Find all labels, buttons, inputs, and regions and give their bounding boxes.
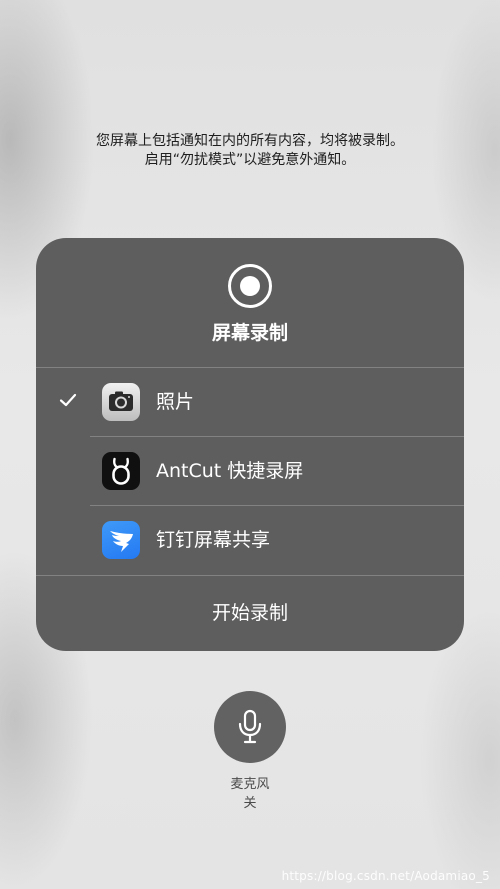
panel-title: 屏幕录制	[211, 322, 288, 344]
microphone-label-title: 麦克风	[230, 777, 270, 792]
microphone-label: 麦克风 关	[200, 775, 300, 813]
record-icon	[228, 264, 272, 308]
app-row-antcut[interactable]: AntCut 快捷录屏	[36, 437, 464, 506]
photos-camera-icon	[102, 383, 140, 421]
warning-line-2: 启用“勿扰模式”以避免意外通知。	[144, 152, 356, 168]
app-label: 钉钉屏幕共享	[156, 529, 271, 551]
warning-line-1: 您屏幕上包括通知在内的所有内容，均将被录制。	[96, 133, 404, 149]
app-row-photos[interactable]: 照片	[36, 368, 464, 437]
checkmark-icon	[59, 393, 77, 407]
recording-warning: 您屏幕上包括通知在内的所有内容，均将被录制。 启用“勿扰模式”以避免意外通知。	[0, 132, 500, 170]
app-label: AntCut 快捷录屏	[156, 460, 304, 482]
app-row-dingtalk[interactable]: 钉钉屏幕共享	[36, 506, 464, 575]
app-label: 照片	[156, 391, 195, 413]
antcut-app-icon	[102, 452, 140, 490]
microphone-icon	[238, 709, 262, 744]
screen-recording-panel: 屏幕录制 照片 AntCut 快捷录屏 钉钉屏幕共享 开始录制	[36, 238, 464, 651]
microphone-label-state: 关	[243, 796, 257, 811]
dingtalk-app-icon	[102, 521, 140, 559]
microphone-toggle[interactable]	[214, 691, 286, 763]
watermark-text: https://blog.csdn.net/Aodamiao_5	[281, 869, 490, 883]
start-recording-button[interactable]: 开始录制	[36, 576, 464, 651]
